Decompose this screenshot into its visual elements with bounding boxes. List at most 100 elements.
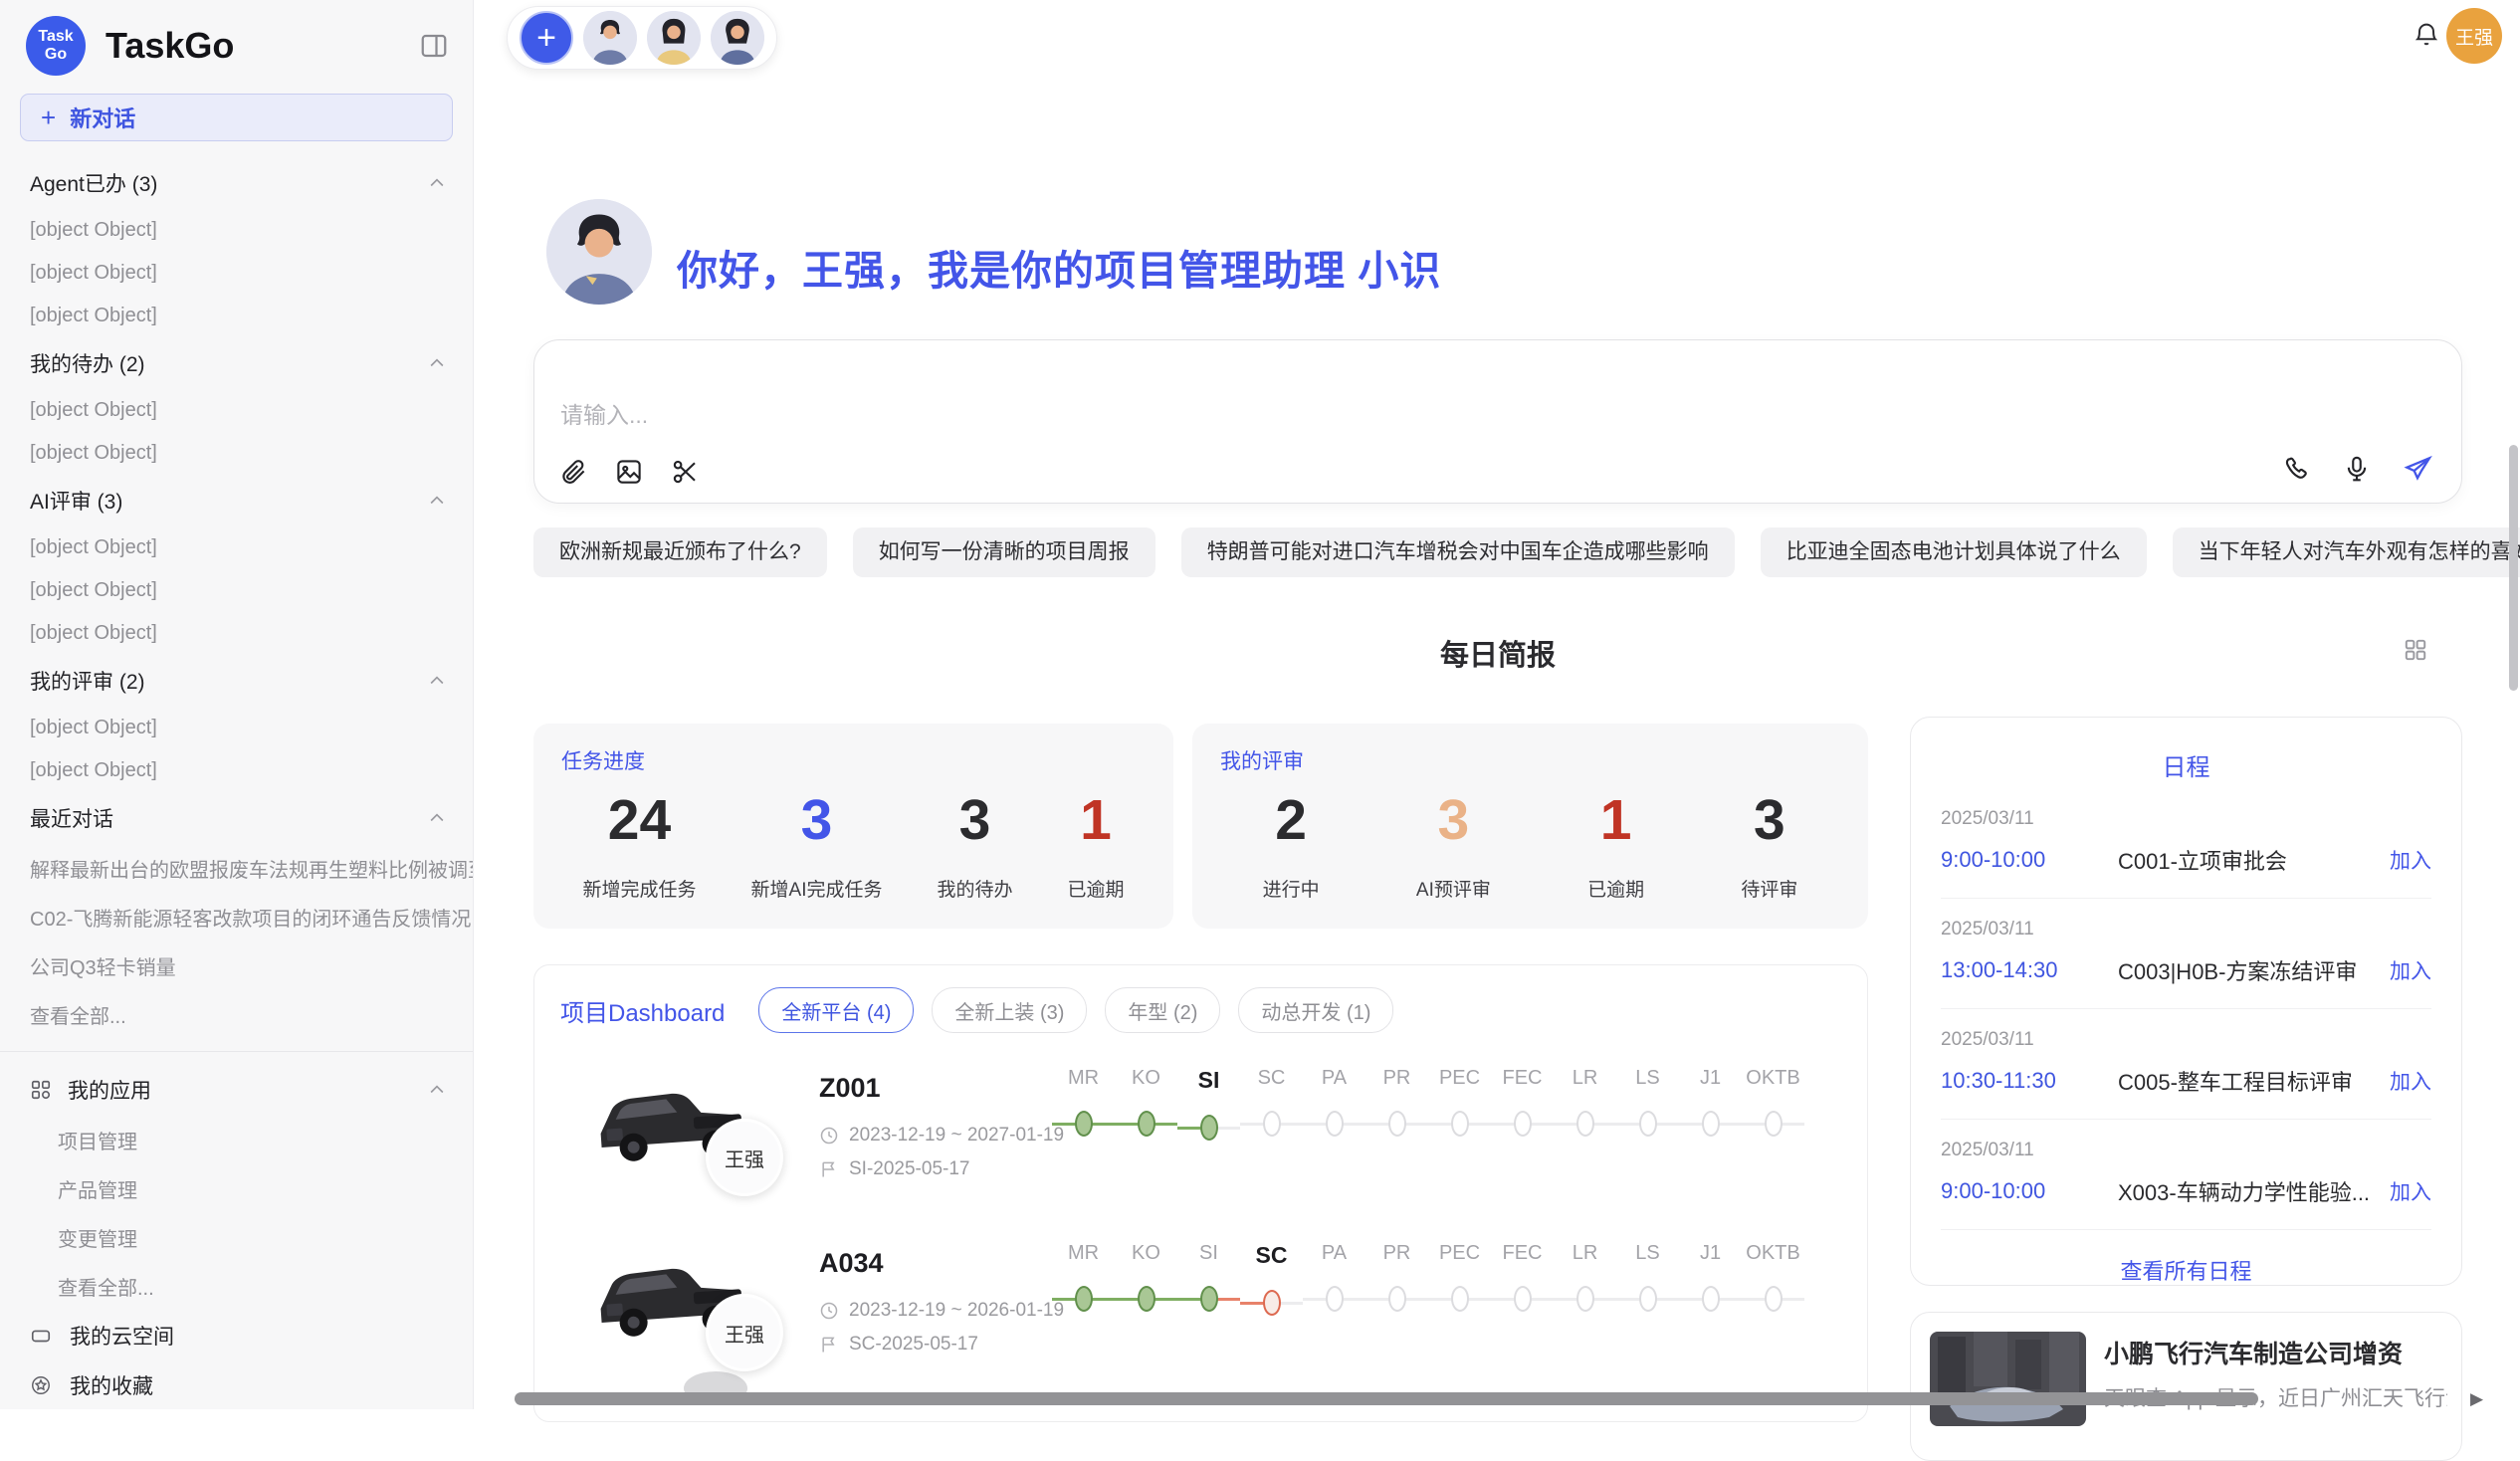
milestone-dot[interactable]	[1576, 1286, 1594, 1312]
apps-view-all[interactable]: 查看全部...	[0, 1262, 473, 1311]
stat-item[interactable]: 3 我的待办	[937, 787, 1012, 902]
microphone-icon[interactable]	[2342, 454, 2372, 484]
sidebar-item[interactable]: [object Object]	[0, 707, 473, 749]
milestone-dot[interactable]	[1765, 1286, 1783, 1312]
image-icon[interactable]	[614, 457, 644, 487]
milestone-dot[interactable]	[1451, 1286, 1469, 1312]
stat-item[interactable]: 3 待评审	[1741, 787, 1797, 902]
milestone[interactable]: PEC	[1428, 1067, 1491, 1149]
milestone[interactable]: PA	[1303, 1067, 1365, 1149]
sidebar-item[interactable]: [object Object]	[0, 295, 473, 337]
milestone[interactable]: MR	[1052, 1067, 1115, 1149]
chevron-up-icon[interactable]	[427, 353, 447, 373]
new-chat-button[interactable]: + 新对话	[20, 94, 453, 141]
notifications-bell-icon[interactable]	[2413, 20, 2440, 48]
milestone[interactable]: LS	[1616, 1067, 1679, 1149]
milestone-dot[interactable]	[1075, 1111, 1093, 1137]
milestone[interactable]: FEC	[1491, 1242, 1554, 1325]
suggestion-chip[interactable]: 如何写一份清晰的项目周报	[853, 527, 1155, 577]
apps-header[interactable]: 我的应用	[0, 1064, 473, 1116]
milestone-dot[interactable]	[1388, 1111, 1406, 1137]
horizontal-scrollbar-thumb[interactable]	[515, 1392, 2258, 1405]
suggestion-chip[interactable]: 特朗普可能对进口汽车增税会对中国车企造成哪些影响	[1181, 527, 1735, 577]
milestone-dot[interactable]	[1138, 1286, 1155, 1312]
section-header[interactable]: AI评审 (3)	[0, 475, 473, 526]
milestone[interactable]: PEC	[1428, 1242, 1491, 1325]
milestone[interactable]: SI	[1177, 1067, 1240, 1149]
milestone[interactable]: KO	[1115, 1242, 1177, 1325]
view-all-schedule-link[interactable]: 查看所有日程	[1911, 1254, 2461, 1286]
milestone-dot[interactable]	[1451, 1111, 1469, 1137]
join-link[interactable]: 加入	[2390, 1066, 2431, 1096]
tab-new-platform[interactable]: 全新平台 (4)	[758, 987, 914, 1033]
scroll-right-arrow[interactable]: ▶	[2470, 1389, 2483, 1409]
milestone-dot[interactable]	[1576, 1111, 1594, 1137]
milestone[interactable]: LS	[1616, 1242, 1679, 1325]
milestone[interactable]: PR	[1365, 1067, 1428, 1149]
recent-view-all[interactable]: 查看全部...	[0, 990, 473, 1039]
attachment-icon[interactable]	[558, 457, 588, 487]
milestone-dot[interactable]	[1765, 1111, 1783, 1137]
milestone-dot[interactable]	[1702, 1286, 1720, 1312]
suggestion-chip[interactable]: 比亚迪全固态电池计划具体说了什么	[1761, 527, 2147, 577]
sidebar-item[interactable]: [object Object]	[0, 569, 473, 612]
app-item[interactable]: 产品管理	[0, 1164, 473, 1213]
milestone[interactable]: LR	[1554, 1242, 1616, 1325]
stat-item[interactable]: 2 进行中	[1263, 787, 1320, 902]
milestone-dot[interactable]	[1388, 1286, 1406, 1312]
phone-call-icon[interactable]	[2282, 454, 2312, 484]
tab-powertrain[interactable]: 动总开发 (1)	[1238, 987, 1393, 1033]
chevron-up-icon[interactable]	[427, 1080, 447, 1100]
section-header[interactable]: 我的待办 (2)	[0, 337, 473, 389]
join-link[interactable]: 加入	[2390, 955, 2431, 985]
chevron-up-icon[interactable]	[427, 491, 447, 511]
sidebar-item[interactable]: [object Object]	[0, 526, 473, 569]
suggestion-chip[interactable]: 欧洲新规最近颁布了什么?	[533, 527, 827, 577]
vertical-scrollbar-thumb[interactable]	[2509, 445, 2518, 691]
stat-item[interactable]: 1 已逾期	[1587, 787, 1644, 902]
milestone-dot[interactable]	[1263, 1290, 1281, 1316]
milestone[interactable]: KO	[1115, 1067, 1177, 1149]
chat-input-card[interactable]: 请输入...	[533, 339, 2462, 504]
chevron-up-icon[interactable]	[427, 671, 447, 691]
recent-conversation-item[interactable]: 公司Q3轻卡销量	[0, 941, 473, 990]
member-avatar[interactable]	[647, 11, 701, 65]
stat-item[interactable]: 1 已逾期	[1067, 787, 1124, 902]
milestone-dot[interactable]	[1263, 1111, 1281, 1137]
milestone[interactable]: MR	[1052, 1242, 1115, 1325]
milestone[interactable]: SC	[1240, 1067, 1303, 1149]
send-icon[interactable]	[2402, 453, 2433, 485]
stat-item[interactable]: 3 AI预评审	[1416, 787, 1491, 902]
milestone[interactable]: PR	[1365, 1242, 1428, 1325]
add-member-button[interactable]: +	[520, 11, 573, 65]
milestone[interactable]: J1	[1679, 1242, 1742, 1325]
sidebar-item[interactable]: [object Object]	[0, 432, 473, 475]
milestone-dot[interactable]	[1514, 1111, 1532, 1137]
milestone-dot[interactable]	[1075, 1286, 1093, 1312]
milestone-dot[interactable]	[1200, 1115, 1218, 1141]
milestone[interactable]: OKTB	[1742, 1242, 1804, 1325]
milestone-dot[interactable]	[1138, 1111, 1155, 1137]
join-link[interactable]: 加入	[2390, 1176, 2431, 1206]
milestone[interactable]: OKTB	[1742, 1067, 1804, 1149]
section-header[interactable]: Agent已办 (3)	[0, 157, 473, 209]
suggestion-chip[interactable]: 当下年轻人对汽车外观有怎样的喜好趋势	[2173, 527, 2520, 577]
stat-item[interactable]: 3 新增AI完成任务	[751, 787, 883, 902]
milestone[interactable]: FEC	[1491, 1067, 1554, 1149]
sidebar-item[interactable]: [object Object]	[0, 749, 473, 792]
milestone[interactable]: J1	[1679, 1067, 1742, 1149]
milestone-dot[interactable]	[1639, 1286, 1657, 1312]
recent-conversation-item[interactable]: C02-飞腾新能源轻客改款项目的闭环通告反馈情况	[0, 893, 473, 941]
app-item[interactable]: 变更管理	[0, 1213, 473, 1262]
milestone[interactable]: SI	[1177, 1242, 1240, 1325]
sidebar-collapse-icon[interactable]	[419, 31, 449, 61]
recent-header[interactable]: 最近对话	[0, 792, 473, 844]
milestone-dot[interactable]	[1514, 1286, 1532, 1312]
milestone[interactable]: SC	[1240, 1242, 1303, 1325]
milestone-dot[interactable]	[1326, 1111, 1344, 1137]
milestone[interactable]: LR	[1554, 1067, 1616, 1149]
sidebar-item[interactable]: [object Object]	[0, 209, 473, 252]
project-owner-avatar[interactable]: 王强	[706, 1119, 783, 1196]
member-avatar[interactable]	[711, 11, 764, 65]
tab-new-body[interactable]: 全新上装 (3)	[932, 987, 1087, 1033]
